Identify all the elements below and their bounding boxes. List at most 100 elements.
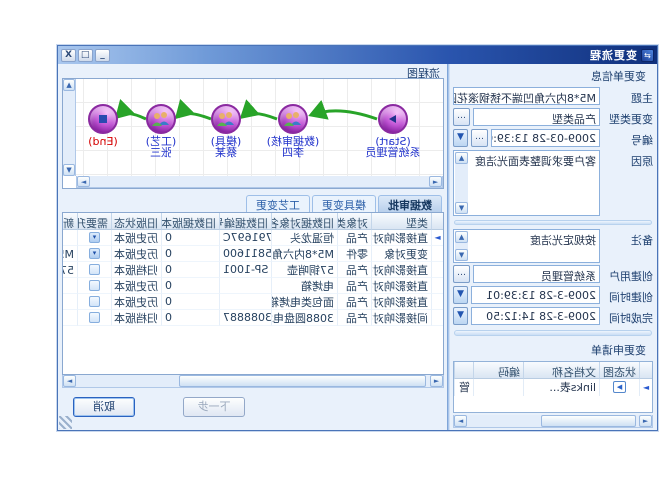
close-button[interactable]: X [61,49,76,62]
upgrade-checkbox[interactable] [89,280,100,291]
client-area: 变更单信息 主题 M5*8内六角凹端不锈钢滚花圆螺钉 变更类型 产品类型 … 编… [58,64,657,430]
request-doc-name: links表... [523,379,599,396]
tab-data-approval[interactable]: 数据审批 [378,195,442,212]
window-title: 变更流程 [114,47,637,63]
scroll-up-icon[interactable]: ▲ [455,152,468,164]
number-browse-button[interactable]: … [471,129,488,147]
request-col-extra [454,362,473,379]
col-new-name[interactable]: 新数据对象名称 [62,213,77,230]
reason-scrollbar[interactable]: ▲ ▼ [455,152,468,214]
next-button[interactable]: 下一步 [183,397,245,417]
cancel-button[interactable]: 取消 [73,397,135,417]
field-subject: 主题 M5*8内六角凹端不锈钢滚花圆螺钉 [453,87,653,106]
reason-label: 原因 [603,150,653,169]
field-remark: 备注 按规定光洁度 ▲ ▼ [453,229,653,263]
col-old-code[interactable]: 旧数据编号 [219,213,271,230]
scroll-down-icon[interactable]: ▼ [455,202,468,214]
flow-node-mold[interactable] [211,104,241,134]
field-create-user: 创建用户 系统管理员 … [453,265,653,284]
col-old-status[interactable]: 旧版状态 [111,213,161,230]
maximize-button[interactable]: □ [78,49,93,62]
request-table-hscrollbar[interactable]: ◄ ► [453,415,653,428]
scrollbar-thumb[interactable] [541,415,636,427]
field-finish-time: 完成时间 2009-3-28 14:12:50 ▼ [453,307,653,326]
diagram-vscrollbar[interactable]: ▲ ▼ [63,79,76,176]
subject-input[interactable]: M5*8内六角凹端不锈钢滚花圆螺钉 [453,87,600,105]
scroll-up-icon[interactable]: ▲ [455,231,468,243]
create-user-browse-button[interactable]: … [453,265,470,283]
create-time-input[interactable]: 2009-3-28 13:39:01 [471,286,600,304]
subject-label: 主题 [603,87,653,106]
scroll-right-icon[interactable]: ► [77,176,90,187]
people-icon [151,111,171,127]
upgrade-checkbox[interactable] [89,312,100,323]
table-row[interactable]: 直接影响对象 产品 电烤箱 0 历史版本 [63,278,443,294]
scroll-right-icon[interactable]: ► [454,415,467,427]
upgrade-checkbox[interactable] [89,296,100,307]
request-table-row[interactable]: ► ▶ links表... 管 [454,379,652,396]
scroll-down-icon[interactable]: ▼ [455,249,468,261]
flow-node-start[interactable] [378,104,408,134]
col-obj-type[interactable]: 对象类型 [337,213,371,230]
table-row[interactable]: ► 直接影响对象 产品 恒温龙头 791697C 0 历史版本 ▾ [63,230,443,246]
flow-node-data-review[interactable] [278,104,308,134]
request-section-header: 变更申请单 [453,340,653,359]
table-row[interactable]: 变更对象 零件 M5*8内六角凹... 5811600 0 历史版本 ▾ M5*… [63,246,443,262]
number-input[interactable]: 2009-03-28 13:39:01 [491,129,600,147]
table-header-row: 类型 对象类型 旧数据对象名称 旧数据编号 旧数据版本号 旧版状态 需要升级 新… [63,213,443,230]
info-section-header: 变更单信息 [453,66,653,85]
create-user-label: 创建用户 [603,265,653,284]
col-type[interactable]: 类型 [371,213,431,230]
table-row[interactable]: 直接影响对象 产品 面包类电烤箱 0 历史版本 [63,294,443,310]
finish-time-dropdown-icon[interactable]: ▼ [453,307,468,325]
scrollbar-thumb[interactable] [179,375,427,387]
upgrade-checkbox[interactable]: ▾ [89,248,100,259]
scroll-down-icon[interactable]: ▼ [63,164,75,176]
number-dropdown-icon[interactable]: ▼ [453,129,468,147]
upgrade-checkbox[interactable]: ▾ [89,232,100,243]
request-extra-cell: 管 [454,379,473,396]
create-time-dropdown-icon[interactable]: ▼ [453,286,468,304]
reason-textarea[interactable]: 客户要求调整表面光洁度 ▲ ▼ [453,150,600,216]
reason-text: 客户要求调整表面光洁度 [475,155,596,168]
minimize-button[interactable]: _ [95,49,110,62]
resize-grip-icon[interactable] [59,416,72,429]
col-old-version[interactable]: 旧数据版本号 [161,213,219,230]
flow-node-end[interactable] [88,104,118,134]
table-row[interactable]: 直接影响对象 产品 57铜哨壶 SP-1001 0 归档版本 57铜哨壶 [63,262,443,278]
scroll-left-icon[interactable]: ◄ [430,375,443,387]
flow-node-process[interactable] [146,104,176,134]
scroll-left-icon[interactable]: ◄ [639,415,652,427]
create-user-input[interactable]: 系统管理员 [473,265,600,283]
scrollbar-track[interactable] [90,176,429,187]
mirrored-layer: ⇄ 变更流程 _ □ X 变更单信息 主题 M5*8内六角凹端不锈钢滚花圆螺钉 … [0,0,660,477]
finish-time-input[interactable]: 2009-3-28 14:12:50 [471,307,600,325]
scrollbar-track[interactable] [467,415,639,427]
scroll-left-icon[interactable]: ◄ [429,176,442,187]
tab-mold-change[interactable]: 模具变更 [312,195,376,212]
table-row[interactable]: 间接影响对象 产品 3088圆盘电水壶 3088887 0 归档版本 [63,310,443,326]
remark-textarea[interactable]: 按规定光洁度 ▲ ▼ [453,229,600,263]
scrollbar-track[interactable] [76,375,430,387]
scroll-right-icon[interactable]: ► [63,375,76,387]
scroll-up-icon[interactable]: ▲ [63,79,75,91]
table-hscrollbar[interactable]: ◄ ► [62,375,444,388]
change-type-input[interactable]: 产品类型 [473,108,600,126]
remark-text: 按规定光洁度 [530,234,596,247]
flow-node-start-label: (Start)系统管理员 [348,136,438,158]
main-area: 流程图 [58,64,447,430]
field-change-type: 变更类型 产品类型 … [453,108,653,127]
request-table-header: 状态图 文档名称 编码 [454,362,652,379]
diagram-hscrollbar[interactable]: ◄ ► [76,176,443,188]
panel-splitter[interactable] [447,64,450,430]
upgrade-checkbox[interactable] [89,264,100,275]
finish-time-label: 完成时间 [603,307,653,326]
title-bar[interactable]: ⇄ 变更流程 _ □ X [58,46,657,64]
col-upgrade[interactable]: 需要升级 [77,213,111,230]
change-type-browse-button[interactable]: … [453,108,470,126]
remark-scrollbar[interactable]: ▲ ▼ [455,231,468,261]
create-time-label: 创建时间 [603,286,653,305]
group-separator [454,330,652,335]
tab-process-change[interactable]: 工艺变更 [246,195,310,212]
col-old-name[interactable]: 旧数据对象名称 [271,213,337,230]
